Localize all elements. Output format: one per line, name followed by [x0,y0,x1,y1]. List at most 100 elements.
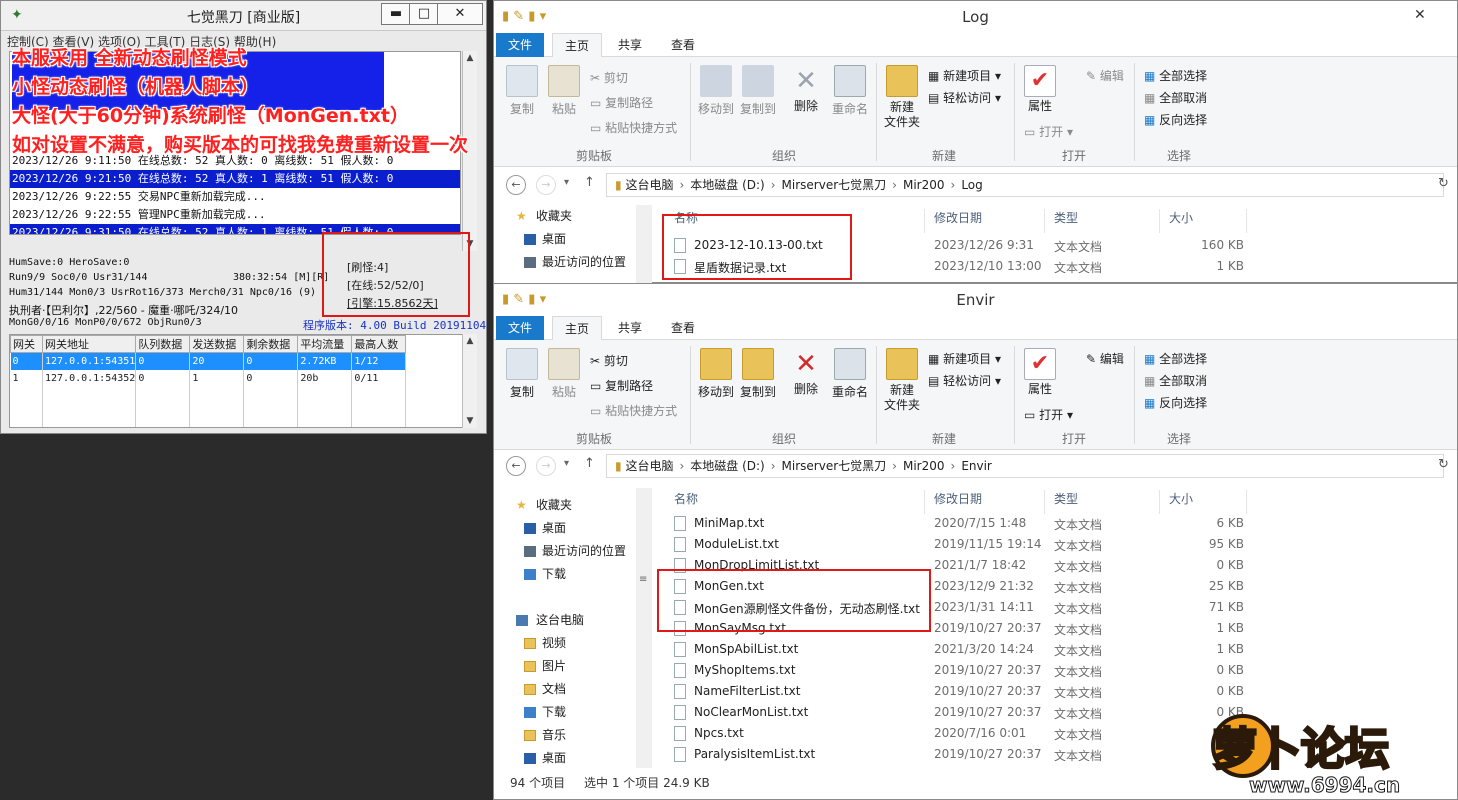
breadcrumb-item[interactable]: 这台电脑 [625,459,673,473]
gateway-col-header[interactable]: 网关 [10,335,43,353]
nav-documents[interactable]: 文档 [494,678,636,701]
copy-button[interactable]: 复制 [506,348,538,400]
copy-to-button[interactable]: 复制到 [740,65,776,117]
recent-dropdown-icon[interactable]: ▾ [564,458,569,469]
col-size[interactable]: 大小 [1169,490,1193,507]
breadcrumb-item[interactable]: Envir [961,459,992,473]
address-path[interactable]: ▮ 这台电脑 › 本地磁盘 (D:) › Mirserver七觉黑刀 › Mir200 › Lo… [606,173,1444,197]
rename-button[interactable]: 重命名 [832,348,868,400]
forward-button[interactable]: → [536,175,556,195]
copy-button[interactable]: 复制 [506,65,538,117]
paste-shortcut-button[interactable]: ▭ 粘贴快捷方式 [590,402,677,419]
file-row[interactable]: MiniMap.txt 2020/7/15 1:48 文本文档 6 KB [654,513,1454,534]
col-date[interactable]: 修改日期 [934,209,982,226]
gateway-scrollbar[interactable]: ▲ ▼ [462,334,477,428]
file-row[interactable]: MonSpAbilList.txt 2021/3/20 14:24 文本文档 1 KB [654,639,1454,660]
nav-scrollbar[interactable]: ≡ [636,488,652,768]
back-button[interactable]: ← [506,175,526,195]
maximize-button[interactable]: □ [409,3,439,25]
select-all-button[interactable]: ▦ 全部选择 [1144,67,1207,84]
paste-button[interactable]: 粘贴 [548,348,580,400]
nav-favorites[interactable]: ★ 收藏夹 [494,205,636,228]
edit-button[interactable]: ✎ 编辑 [1086,67,1124,84]
nav-favorites[interactable]: ★ 收藏夹 [494,494,636,517]
col-type[interactable]: 类型 [1054,209,1078,226]
file-row[interactable]: ModuleList.txt 2019/11/15 19:14 文本文档 95 KB [654,534,1454,555]
move-to-button[interactable]: 移动到 [698,65,734,117]
tab-view[interactable]: 查看 [659,316,707,340]
gateway-row[interactable]: 0 127.0.0.1:54351 0 20 0 2.72KB 1/12 [10,352,407,370]
recent-dropdown-icon[interactable]: ▾ [564,177,569,188]
col-size[interactable]: 大小 [1169,209,1193,226]
breadcrumb-item[interactable]: Mir200 [903,178,945,192]
tab-file[interactable]: 文件 [496,316,545,340]
breadcrumb-item[interactable]: Mirserver七觉黑刀 [782,459,887,473]
nav-pictures[interactable]: 图片 [494,655,636,678]
open-button[interactable]: ▭ 打开 ▾ [1024,123,1073,140]
gateway-col-header[interactable]: 剩余数据 [243,335,299,353]
forward-button[interactable]: → [536,456,556,476]
gateway-row[interactable]: 1 127.0.0.1:54352 0 1 0 20b 0/11 [10,369,407,387]
breadcrumb-item[interactable]: 本地磁盘 (D:) [690,178,764,192]
select-all-button[interactable]: ▦ 全部选择 [1144,350,1207,367]
up-button[interactable]: ↑ [584,175,595,190]
up-button[interactable]: ↑ [584,456,595,471]
col-type[interactable]: 类型 [1054,490,1078,507]
col-date[interactable]: 修改日期 [934,490,982,507]
gateway-col-header[interactable]: 最高人数 [351,335,407,353]
breadcrumb-item[interactable]: 这台电脑 [625,178,673,192]
open-button[interactable]: ▭ 打开 ▾ [1024,406,1073,423]
delete-button[interactable]: ✕ 删除 [790,65,822,114]
tab-share[interactable]: 共享 [606,316,654,340]
cut-button[interactable]: ✂ 剪切 [590,69,628,86]
tab-view[interactable]: 查看 [659,33,707,57]
tab-home[interactable]: 主页 [552,316,603,340]
nav-scrollbar[interactable] [636,205,652,283]
col-name[interactable]: 名称 [674,490,698,507]
delete-button[interactable]: ✕ 删除 [790,348,822,397]
breadcrumb-item[interactable]: Mir200 [903,459,945,473]
file-row[interactable]: MyShopItems.txt 2019/10/27 20:37 文本文档 0 KB [654,660,1454,681]
gateway-col-header[interactable]: 发送数据 [189,335,245,353]
scroll-down-icon[interactable]: ▼ [463,416,477,426]
cut-button[interactable]: ✂ 剪切 [590,352,628,369]
close-icon[interactable]: ✕ [1414,7,1426,23]
properties-button[interactable]: ✔ 属性 [1024,348,1056,397]
nav-downloads[interactable]: 下载 [494,563,636,586]
edit-button[interactable]: ✎ 编辑 [1086,350,1124,367]
move-to-button[interactable]: 移动到 [698,348,734,400]
nav-recent[interactable]: 最近访问的位置 [494,540,636,563]
breadcrumb-item[interactable]: 本地磁盘 (D:) [690,459,764,473]
gateway-col-header[interactable]: 网关地址 [41,335,137,353]
nav-desktop[interactable]: 桌面 [494,228,636,251]
back-button[interactable]: ← [506,456,526,476]
tab-file[interactable]: 文件 [496,33,545,57]
nav-downloads-pc[interactable]: 下载 [494,701,636,724]
easy-access-button[interactable]: ▤ 轻松访问 ▾ [928,89,1001,106]
tab-home[interactable]: 主页 [552,33,603,57]
new-item-button[interactable]: ▦ 新建项目 ▾ [928,350,1001,367]
easy-access-button[interactable]: ▤ 轻松访问 ▾ [928,372,1001,389]
gateway-col-header[interactable]: 平均流量 [297,335,353,353]
select-none-button[interactable]: ▦ 全部取消 [1144,372,1207,389]
invert-selection-button[interactable]: ▦ 反向选择 [1144,394,1207,411]
paste-button[interactable]: 粘贴 [548,65,580,117]
copy-path-button[interactable]: ▭ 复制路径 [590,94,653,111]
rename-button[interactable]: 重命名 [832,65,868,117]
new-folder-button[interactable]: 新建 文件夹 [884,65,920,130]
nav-music[interactable]: 音乐 [494,724,636,747]
scroll-up-icon[interactable]: ▲ [463,336,477,346]
tab-share[interactable]: 共享 [606,33,654,57]
close-button[interactable]: ✕ [437,3,483,25]
breadcrumb-item[interactable]: Log [961,178,982,192]
breadcrumb-item[interactable]: Mirserver七觉黑刀 [782,178,887,192]
gateway-col-header[interactable]: 队列数据 [135,335,191,353]
copy-path-button[interactable]: ▭ 复制路径 [590,377,653,394]
refresh-icon[interactable]: ↻ [1438,176,1449,191]
properties-button[interactable]: ✔ 属性 [1024,65,1056,114]
refresh-icon[interactable]: ↻ [1438,457,1449,472]
address-path[interactable]: ▮ 这台电脑 › 本地磁盘 (D:) › Mirserver七觉黑刀 › Mir200 › En… [606,454,1444,478]
copy-to-button[interactable]: 复制到 [740,348,776,400]
select-none-button[interactable]: ▦ 全部取消 [1144,89,1207,106]
nav-desktop-pc[interactable]: 桌面 [494,747,636,770]
